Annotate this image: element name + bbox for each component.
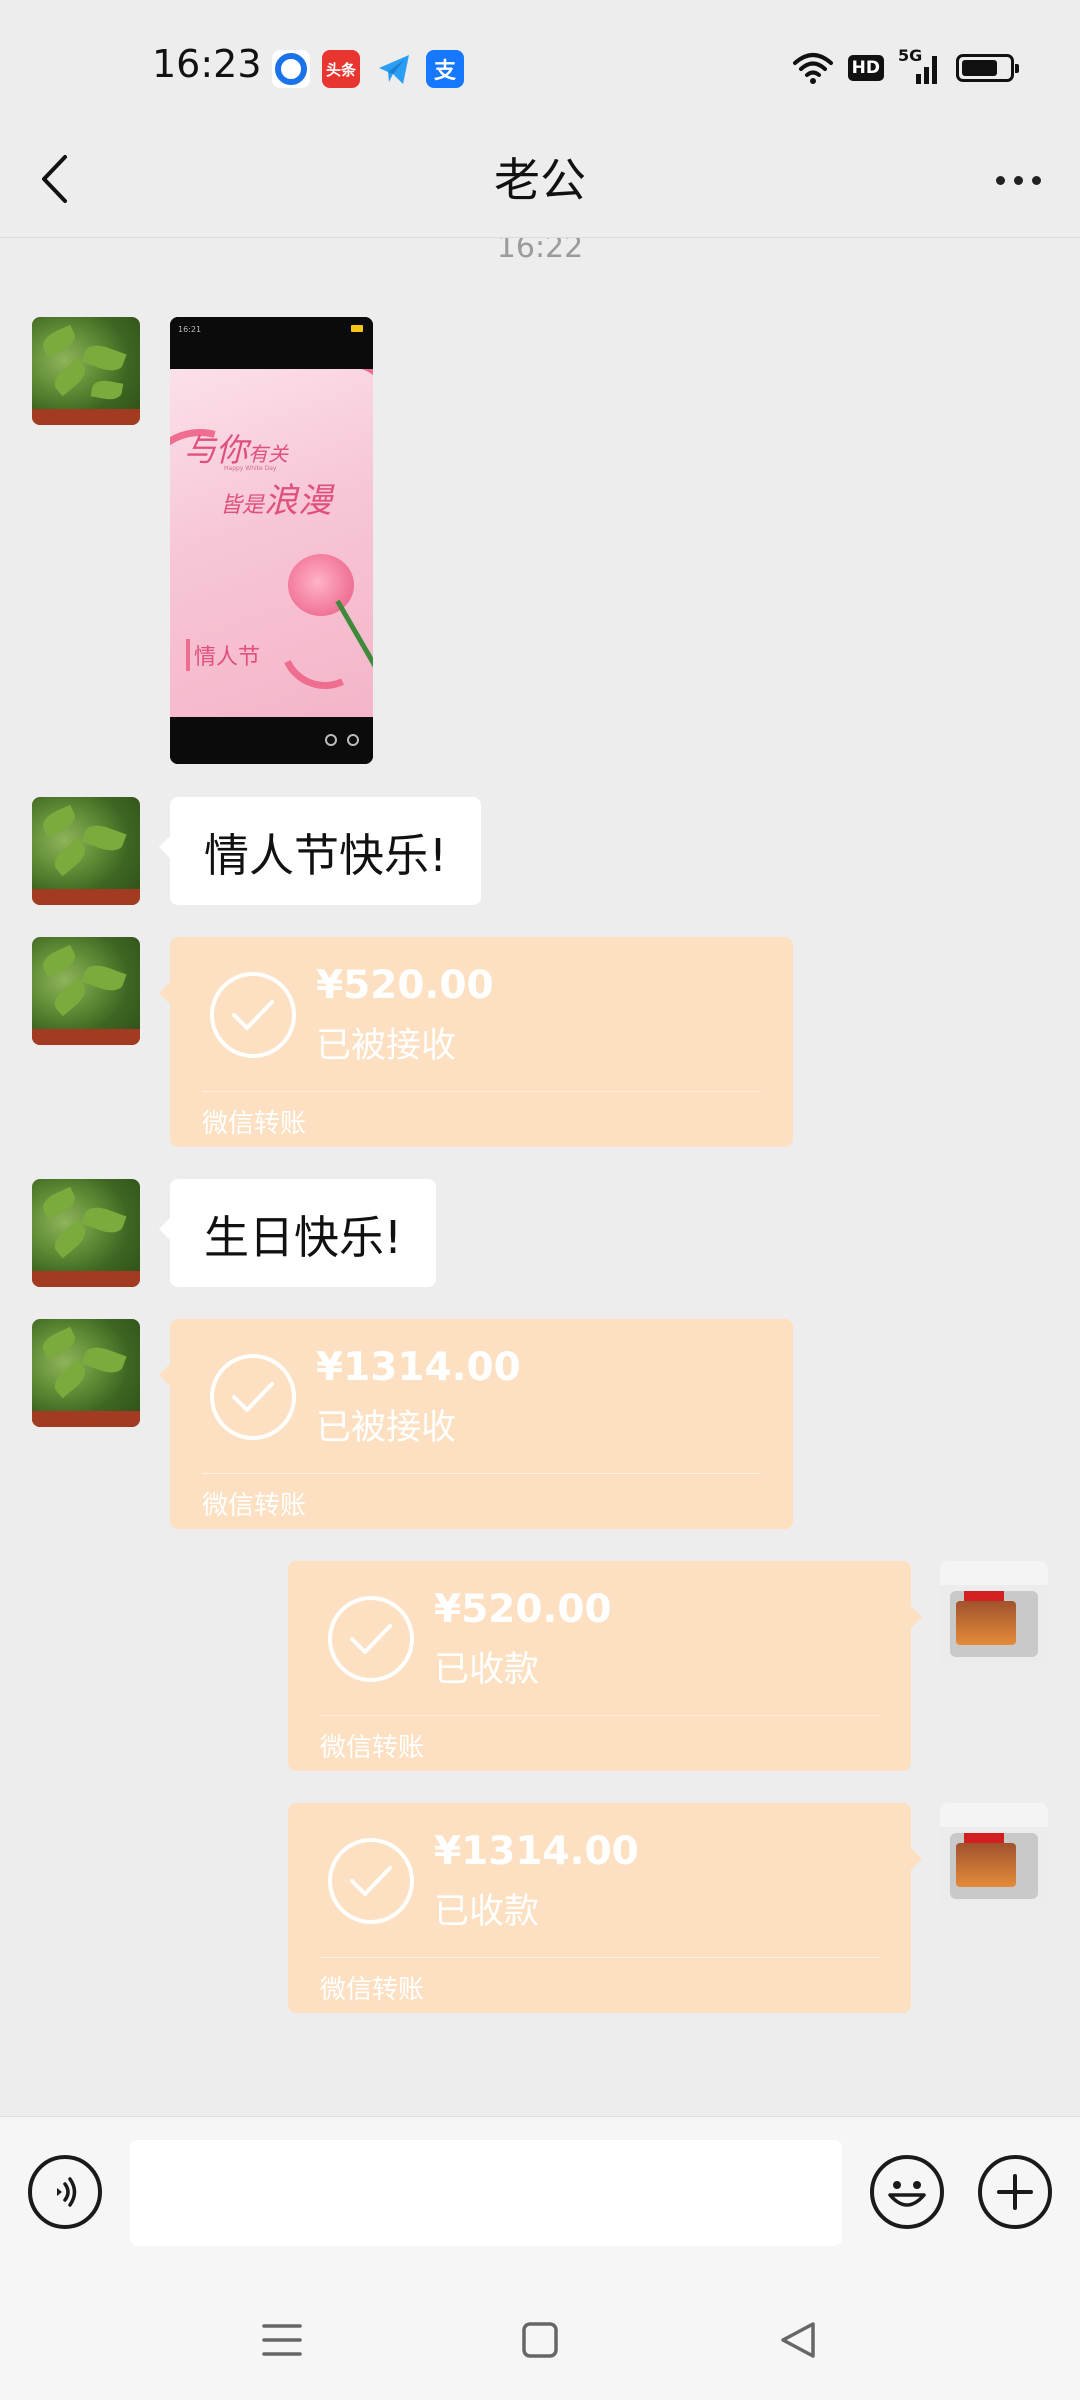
image-tag: 情人节 (186, 639, 260, 671)
contact-avatar[interactable] (32, 1179, 140, 1287)
battery-level (962, 60, 997, 76)
wifi-icon (792, 53, 833, 84)
transfer-status: 已收款 (434, 1650, 540, 1690)
message-timestamp: 16:22 (496, 238, 584, 265)
alipay-icon: 支 (426, 50, 464, 88)
status-indicators: HD 5G (792, 44, 1019, 92)
transfer-amount: ¥1314.00 (434, 1829, 639, 1874)
check-icon (328, 1838, 414, 1924)
transfer-label: 微信转账 (320, 1975, 425, 2005)
toutiao-label: 头条 (325, 60, 356, 79)
my-avatar[interactable] (940, 1803, 1048, 1911)
valentine-image: 与你有关 Happy White Day 皆是浪漫 情人节 (170, 369, 373, 717)
transfer-divider (202, 1473, 761, 1474)
back-button[interactable] (26, 144, 82, 214)
emoji-button[interactable] (870, 2155, 944, 2229)
telegram-icon (375, 50, 413, 88)
menu-icon (262, 2324, 302, 2356)
contact-avatar[interactable] (32, 1319, 140, 1427)
home-button[interactable] (510, 2310, 570, 2370)
plus-icon (997, 2174, 1033, 2210)
transfer-divider (320, 1957, 879, 1958)
transfer-label: 微信转账 (320, 1733, 425, 1763)
smiley-icon (888, 2181, 926, 2207)
transfer-status: 已收款 (434, 1892, 540, 1932)
transfer-divider (320, 1715, 879, 1716)
chat-message-list[interactable]: 16:22 16:21 与你有关 Happy White Day 皆是浪漫 情人… (0, 238, 1080, 2116)
battery-icon (956, 54, 1019, 82)
voice-input-button[interactable] (28, 2155, 102, 2229)
text-message-bubble[interactable]: 情人节快乐! (158, 797, 482, 905)
transfer-card[interactable]: ¥520.00 已被接收 微信转账 (159, 937, 793, 1147)
dot-icon (995, 175, 1005, 185)
chevron-left-icon (42, 155, 67, 203)
triangle-back-icon (781, 2322, 815, 2358)
status-time: 16:23 (152, 42, 262, 86)
text-message-bubble[interactable]: 生日快乐! (158, 1179, 437, 1287)
more-options-button[interactable] (982, 150, 1054, 210)
transfer-divider (202, 1091, 761, 1092)
contact-avatar[interactable] (32, 317, 140, 425)
recent-apps-button[interactable] (252, 2310, 312, 2370)
alipay-label: 支 (433, 59, 456, 84)
transfer-label: 微信转账 (202, 1491, 307, 1521)
browser-icon (272, 50, 310, 88)
image-message[interactable]: 16:21 与你有关 Happy White Day 皆是浪漫 情人节 (170, 317, 373, 764)
check-icon (210, 1354, 296, 1440)
image-subheadline: 皆是浪漫 (220, 481, 333, 521)
transfer-amount: ¥1314.00 (316, 1345, 521, 1390)
status-bar: 16:23 头条 支 HD 5G (0, 0, 1080, 120)
image-subtitle: Happy White Day (224, 465, 277, 472)
voice-icon (57, 2177, 77, 2207)
contact-avatar[interactable] (32, 937, 140, 1045)
input-bar (0, 2116, 1080, 2272)
dot-icon (1031, 175, 1041, 185)
dot-icon (1013, 175, 1023, 185)
transfer-status: 已被接收 (316, 1026, 457, 1066)
square-icon (522, 2322, 558, 2358)
back-nav-button[interactable] (768, 2310, 828, 2370)
contact-avatar[interactable] (32, 797, 140, 905)
transfer-amount: ¥520.00 (434, 1587, 612, 1632)
transfer-card[interactable]: ¥1314.00 已被接收 微信转账 (159, 1319, 793, 1529)
transfer-label: 微信转账 (202, 1109, 307, 1139)
check-icon (328, 1596, 414, 1682)
chat-header: 老公 (0, 120, 1080, 238)
more-functions-button[interactable] (978, 2155, 1052, 2229)
hd-badge: HD (847, 55, 884, 81)
signal-icon: 5G (898, 46, 942, 86)
transfer-card[interactable]: ¥520.00 已收款 微信转账 (288, 1561, 922, 1771)
transfer-amount: ¥520.00 (316, 963, 494, 1008)
chat-title: 老公 (494, 153, 586, 207)
my-avatar[interactable] (940, 1561, 1048, 1669)
toutiao-icon: 头条 (322, 50, 360, 88)
check-icon (210, 972, 296, 1058)
transfer-status: 已被接收 (316, 1408, 457, 1448)
system-navigation-bar (0, 2272, 1080, 2400)
message-input[interactable] (130, 2140, 842, 2246)
transfer-card[interactable]: ¥1314.00 已收款 微信转账 (288, 1803, 922, 2013)
